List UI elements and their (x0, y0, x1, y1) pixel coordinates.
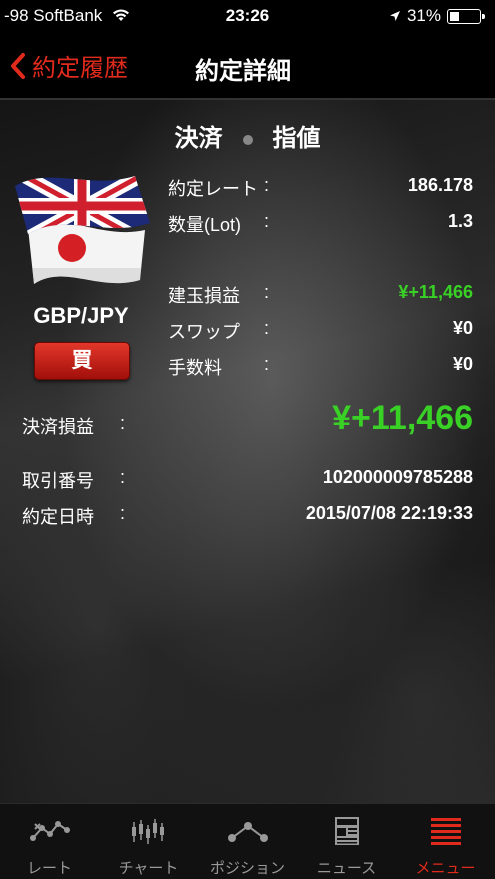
order-type-label: 指値 (272, 125, 321, 152)
currency-flags-icon (15, 176, 150, 284)
tab-position[interactable]: ポジション (198, 804, 297, 879)
back-button[interactable]: 約定履歴 (10, 48, 128, 83)
swap-value: ¥0 (452, 318, 473, 338)
news-icon (335, 817, 359, 845)
separator-dot (242, 134, 253, 145)
navigation-bar: 約定履歴 約定詳細 (0, 36, 495, 100)
tab-menu[interactable]: メニュー (396, 804, 495, 879)
position-pl-colon: : (264, 282, 270, 302)
order-type-header: 決済 指値 (0, 118, 495, 153)
trade-number-value: 102000009785288 (322, 467, 473, 487)
swap-label: スワップ (168, 322, 240, 342)
status-right: 31% (389, 6, 485, 26)
position-pl-value: ¥+11,466 (398, 282, 473, 302)
tab-rate[interactable]: レート (0, 804, 99, 879)
rate-icon (30, 821, 70, 841)
lot-label: 数量(Lot) (168, 215, 242, 235)
rate-colon: : (264, 175, 270, 195)
trade-datetime-value: 2015/07/08 22:19:33 (305, 503, 473, 523)
fee-colon: : (264, 354, 270, 374)
location-arrow-icon (389, 11, 400, 21)
trade-number-colon: : (120, 467, 126, 487)
fee-label: 手数料 (168, 358, 222, 378)
page-title: 約定詳細 (195, 58, 291, 85)
settlement-pl-colon: : (120, 413, 126, 433)
chevron-left-icon (11, 52, 25, 79)
battery-percent: 31% (406, 6, 441, 25)
settlement-pl-value: ¥+11,466 (332, 399, 473, 437)
tab-bar: レート チャート ポジション ニュース メニュー (0, 803, 495, 879)
tab-menu-label: メニュー (415, 860, 476, 877)
trade-datetime-label: 約定日時 (22, 507, 94, 527)
tab-chart[interactable]: チャート (99, 804, 198, 879)
trade-type-label: 決済 (174, 125, 223, 152)
chart-icon (132, 819, 164, 844)
lot-colon: : (264, 211, 270, 231)
trade-number-label: 取引番号 (22, 471, 94, 491)
currency-pair-label: GBP/JPY (33, 303, 129, 328)
back-button-label: 約定履歴 (32, 55, 128, 82)
tab-news[interactable]: ニュース (297, 804, 396, 879)
lot-value: 1.3 (447, 211, 473, 231)
battery-icon (447, 8, 485, 24)
tab-chart-label: チャート (118, 860, 179, 877)
swap-colon: : (264, 318, 270, 338)
fee-value: ¥0 (452, 354, 473, 374)
tab-position-label: ポジション (209, 860, 285, 877)
menu-icon (431, 818, 461, 845)
position-icon (228, 822, 268, 842)
rate-value: 186.178 (407, 175, 473, 195)
trade-detail-panel: 決済 指値 GBP/JPY 買 約定レート : 186.178 数量(Lot) :… (0, 100, 495, 803)
trade-datetime-colon: : (120, 503, 126, 523)
position-pl-label: 建玉損益 (168, 286, 240, 306)
tab-rate-label: レート (26, 860, 72, 877)
rate-label: 約定レート (168, 179, 258, 199)
status-bar: -98 SoftBank 23:26 31% (0, 0, 495, 36)
settlement-pl-label: 決済損益 (22, 417, 94, 437)
buy-side-badge: 買 (34, 342, 130, 380)
tab-news-label: ニュース (316, 860, 377, 877)
